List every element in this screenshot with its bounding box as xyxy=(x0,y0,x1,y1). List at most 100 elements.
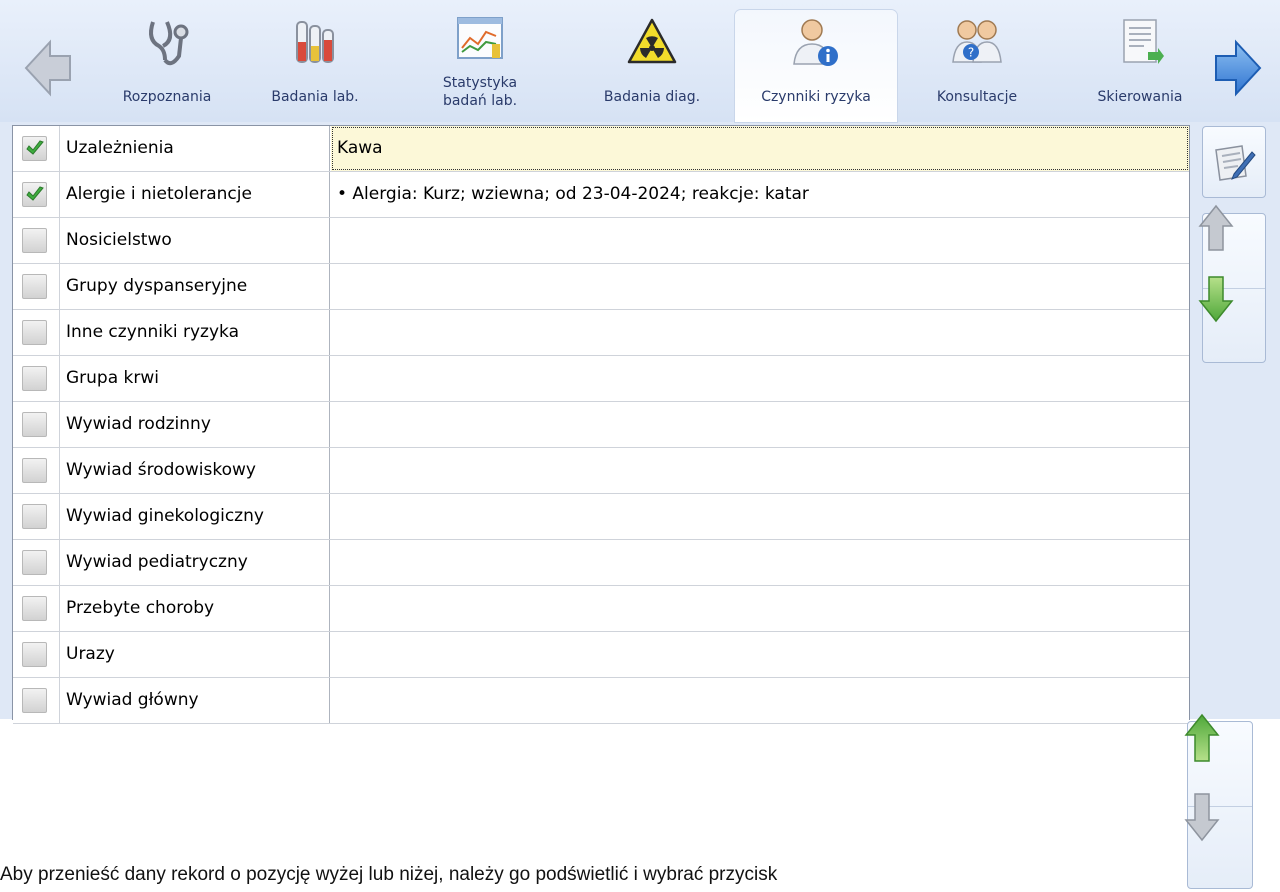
tab-label: Badania diag. xyxy=(603,89,701,105)
toolbar: Rozpoznania Badania lab. Statystyka bada… xyxy=(0,0,1280,122)
checkmark-icon xyxy=(26,186,44,201)
row-name: Wywiad główny xyxy=(60,678,330,723)
row-value[interactable] xyxy=(331,586,1189,631)
table-row[interactable]: Inne czynniki ryzyka xyxy=(13,310,1189,356)
checkbox-cell xyxy=(13,172,60,217)
checkbox-cell xyxy=(13,356,60,401)
table-row[interactable]: Grupa krwi xyxy=(13,356,1189,402)
checkbox-cell xyxy=(13,126,60,171)
row-name: Przebyte choroby xyxy=(60,586,330,631)
move-buttons-group xyxy=(1198,204,1266,363)
row-value[interactable] xyxy=(331,494,1189,539)
table-row[interactable]: Nosicielstwo xyxy=(13,218,1189,264)
doctors-icon: ? xyxy=(951,16,1003,68)
empty-checkbox[interactable] xyxy=(22,688,47,713)
table-row[interactable]: Wywiad pediatryczny xyxy=(13,540,1189,586)
move-down-button[interactable] xyxy=(1184,793,1252,888)
table-row[interactable]: Urazy xyxy=(13,632,1189,678)
checkbox-cell xyxy=(13,218,60,263)
table-row[interactable]: Przebyte choroby xyxy=(13,586,1189,632)
row-name: Inne czynniki ryzyka xyxy=(60,310,330,355)
svg-text:?: ? xyxy=(968,46,974,60)
checkbox-cell xyxy=(13,678,60,723)
arrow-down-gray-icon xyxy=(1184,793,1220,842)
tab-czynniki-ryzyka[interactable]: Czynniki ryzyka xyxy=(735,10,897,122)
empty-checkbox[interactable] xyxy=(22,274,47,299)
row-value[interactable] xyxy=(331,310,1189,355)
row-value[interactable]: • Alergia: Kurz; wziewna; od 23-04-2024;… xyxy=(331,172,1189,217)
move-down-button[interactable] xyxy=(1198,276,1265,362)
row-name: Wywiad ginekologiczny xyxy=(60,494,330,539)
tab-label: Statystyka badań lab. xyxy=(442,75,518,109)
table-row[interactable]: Uzależnienia Kawa xyxy=(13,126,1189,172)
row-name: Uzależnienia xyxy=(60,126,330,171)
document-icon xyxy=(1114,16,1166,68)
row-name: Grupa krwi xyxy=(60,356,330,401)
move-buttons-example xyxy=(1184,713,1253,889)
arrow-up-green-icon xyxy=(1184,713,1220,762)
tab-label: Konsultacje xyxy=(936,89,1018,105)
row-value[interactable] xyxy=(331,678,1189,723)
row-name: Wywiad rodzinny xyxy=(60,402,330,447)
empty-checkbox[interactable] xyxy=(22,412,47,437)
table-row[interactable]: Wywiad rodzinny xyxy=(13,402,1189,448)
tab-skierowania[interactable]: Skierowania xyxy=(1070,10,1210,122)
row-value[interactable] xyxy=(331,540,1189,585)
tab-label: Skierowania xyxy=(1097,89,1183,105)
tab-label: Czynniki ryzyka xyxy=(761,89,871,105)
edit-notepad-icon xyxy=(1215,145,1256,181)
empty-checkbox[interactable] xyxy=(22,320,47,345)
row-value[interactable]: Kawa xyxy=(331,126,1189,171)
empty-checkbox[interactable] xyxy=(22,366,47,391)
empty-checkbox[interactable] xyxy=(22,596,47,621)
tab-konsultacje[interactable]: ? Konsultacje xyxy=(912,10,1042,122)
previous-arrow-icon[interactable] xyxy=(22,36,74,100)
checked-checkbox[interactable] xyxy=(22,182,47,207)
table-row[interactable]: Wywiad ginekologiczny xyxy=(13,494,1189,540)
row-value[interactable] xyxy=(331,402,1189,447)
table-row[interactable]: Wywiad główny xyxy=(13,678,1189,724)
checkbox-cell xyxy=(13,632,60,677)
empty-checkbox[interactable] xyxy=(22,642,47,667)
row-value[interactable] xyxy=(331,448,1189,493)
tab-statystyka[interactable]: Statystyka badań lab. xyxy=(425,10,535,122)
row-value[interactable] xyxy=(331,264,1189,309)
person-info-icon xyxy=(790,16,842,68)
checkbox-cell xyxy=(13,494,60,539)
stethoscope-icon xyxy=(141,16,193,68)
checkbox-cell xyxy=(13,448,60,493)
empty-checkbox[interactable] xyxy=(22,458,47,483)
checked-checkbox[interactable] xyxy=(22,136,47,161)
lab-tubes-icon xyxy=(289,16,341,68)
tab-badania-diag[interactable]: Badania diag. xyxy=(582,10,722,122)
risk-factors-window: Rozpoznania Badania lab. Statystyka bada… xyxy=(0,0,1280,724)
empty-checkbox[interactable] xyxy=(22,504,47,529)
row-value[interactable] xyxy=(331,632,1189,677)
risk-factors-grid: Uzależnienia Kawa Alergie i nietolerancje •… xyxy=(12,125,1190,724)
row-name: Wywiad pediatryczny xyxy=(60,540,330,585)
table-row[interactable]: Grupy dyspanseryjne xyxy=(13,264,1189,310)
tab-label: Rozpoznania xyxy=(122,89,212,105)
checkmark-icon xyxy=(26,140,44,155)
table-row[interactable]: Alergie i nietolerancje • Alergia: Kurz; … xyxy=(13,172,1189,218)
tab-badania-lab[interactable]: Badania lab. xyxy=(255,10,375,122)
table-row[interactable]: Wywiad środowiskowy xyxy=(13,448,1189,494)
checkbox-cell xyxy=(13,264,60,309)
next-arrow-icon[interactable] xyxy=(1212,36,1264,100)
row-name: Wywiad środowiskowy xyxy=(60,448,330,493)
row-value[interactable] xyxy=(331,356,1189,401)
checkbox-cell xyxy=(13,402,60,447)
radiation-icon xyxy=(626,16,678,68)
empty-checkbox[interactable] xyxy=(22,228,47,253)
checkbox-cell xyxy=(13,586,60,631)
tab-rozpoznania[interactable]: Rozpoznania xyxy=(92,10,242,122)
row-name: Alergie i nietolerancje xyxy=(60,172,330,217)
row-name: Grupy dyspanseryjne xyxy=(60,264,330,309)
row-name: Nosicielstwo xyxy=(60,218,330,263)
edit-button[interactable] xyxy=(1202,126,1266,198)
instruction-text: Aby przenieść dany rekord o pozycję wyże… xyxy=(0,864,778,885)
row-name: Urazy xyxy=(60,632,330,677)
row-value[interactable] xyxy=(331,218,1189,263)
chart-icon xyxy=(454,14,506,66)
empty-checkbox[interactable] xyxy=(22,550,47,575)
